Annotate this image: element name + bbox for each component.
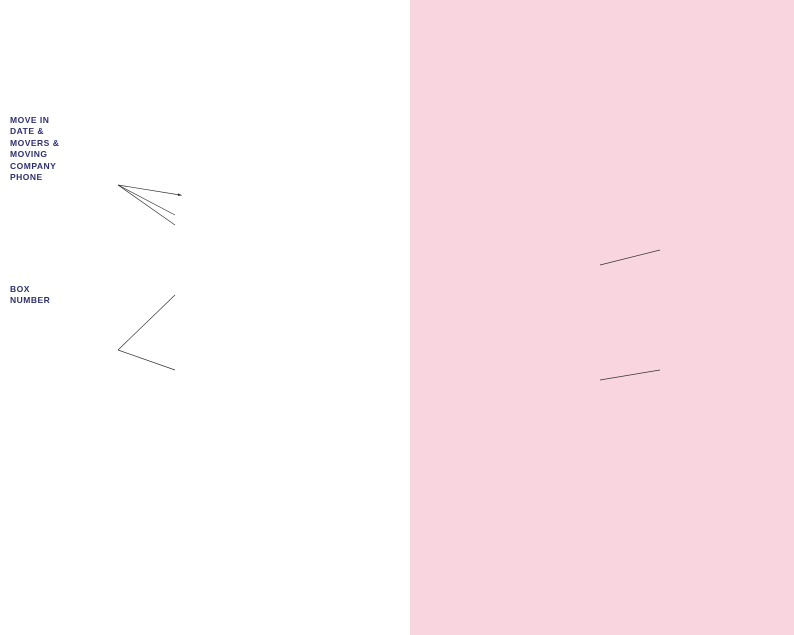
- annotation-move-in-date-text: MOVE IN DATE & MOVERS & MOVING COMPANY P…: [10, 115, 125, 184]
- annotation-box-number: BOX NUMBER: [10, 284, 125, 307]
- annotation-move-in-date: MOVE IN DATE & MOVERS & MOVING COMPANY P…: [10, 115, 125, 184]
- annotation-box-number-text: BOX NUMBER: [10, 284, 125, 307]
